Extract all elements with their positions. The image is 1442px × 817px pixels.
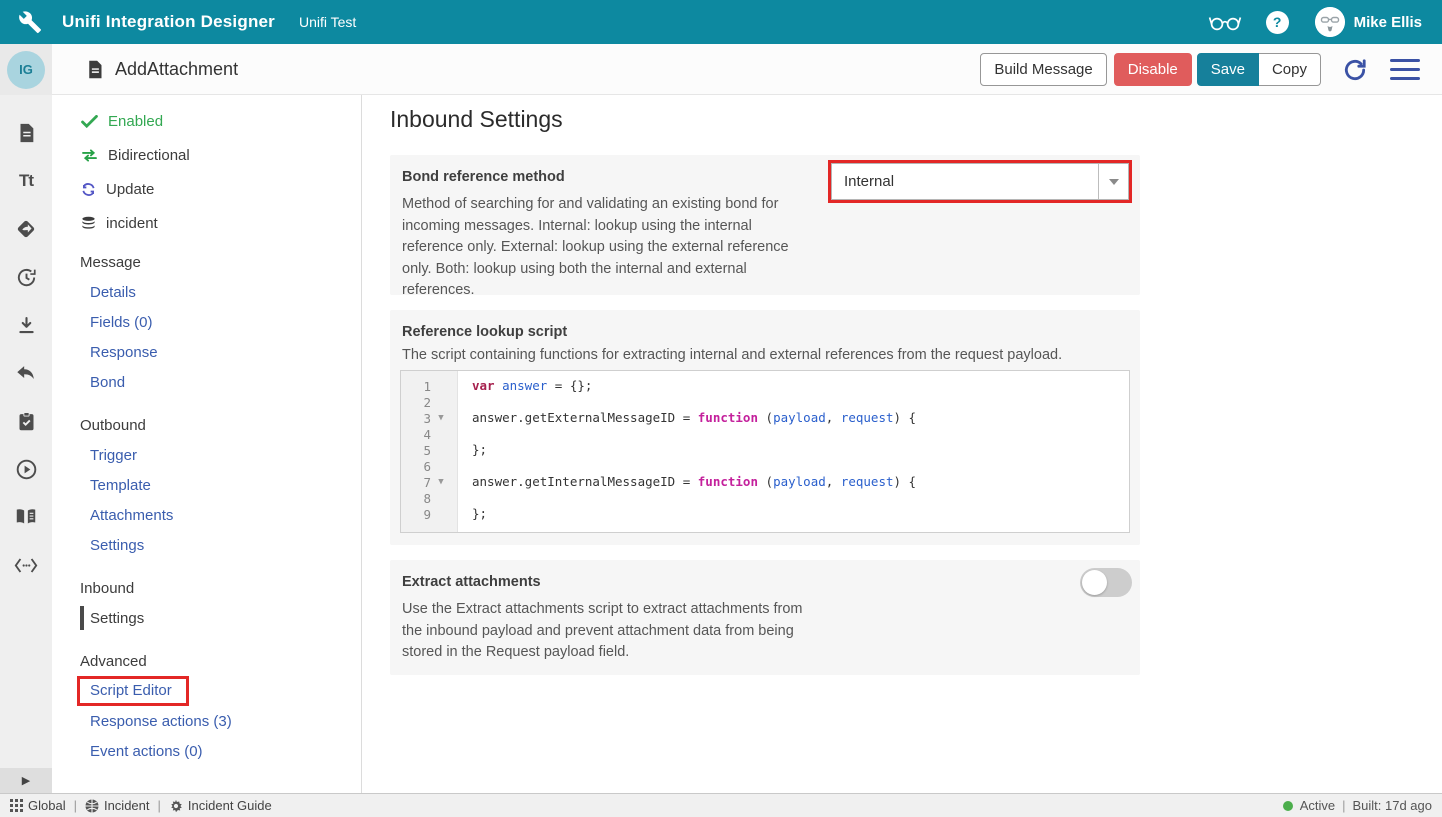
extract-attachments-toggle[interactable] <box>1080 568 1132 597</box>
reply-icon[interactable] <box>0 349 52 397</box>
document-icon <box>84 59 105 80</box>
build-age-label: Built: 17d ago <box>1352 798 1432 813</box>
extract-attachments-description: Use the Extract attachments script to ex… <box>402 599 826 664</box>
sidebar-item-inbound-settings[interactable]: Settings <box>52 603 361 633</box>
script-editor[interactable]: 123▼4567▼89 var answer = {};answer.getEx… <box>400 370 1130 533</box>
document-rail-icon[interactable] <box>0 109 52 157</box>
sidebar-nav: Enabled Bidirectional Update incident Me… <box>52 95 362 793</box>
hamburger-menu-icon[interactable] <box>1390 59 1420 81</box>
app-title: Unifi Integration Designer <box>62 12 275 32</box>
status-bar: Global | Incident | Incident Guide Activ… <box>0 793 1442 817</box>
rail-expand-button[interactable]: ▶ <box>0 768 52 793</box>
copy-button[interactable]: Copy <box>1259 53 1321 86</box>
annotation-highlight: Internal <box>828 160 1132 203</box>
document-header: IG AddAttachment Build Message Disable S… <box>0 44 1442 95</box>
documentation-icon[interactable] <box>0 493 52 541</box>
sidebar-section-advanced: Advanced <box>52 646 361 676</box>
sidebar-item-template[interactable]: Template <box>52 470 361 500</box>
disable-button[interactable]: Disable <box>1114 53 1192 86</box>
avatar[interactable] <box>1315 7 1345 37</box>
sidebar-item-attachments[interactable]: Attachments <box>52 500 361 530</box>
wrench-icon <box>18 10 42 34</box>
app-window: Unifi Integration Designer Unifi Test ? … <box>0 0 1442 817</box>
sidebar-item-event-actions[interactable]: Event actions (0) <box>52 736 361 766</box>
database-icon <box>81 216 96 231</box>
sidebar-item-outbound-settings[interactable]: Settings <box>52 530 361 560</box>
bond-reference-card: Bond reference method Method of searchin… <box>390 155 1140 295</box>
bond-reference-method-value: Internal <box>832 164 1098 199</box>
chevron-down-icon <box>1109 179 1119 185</box>
bond-reference-description: Method of searching for and validating a… <box>402 194 806 302</box>
sidebar-section-outbound: Outbound <box>52 410 361 440</box>
sidebar-status-enabled: Enabled <box>52 104 361 138</box>
sidebar-section-inbound: Inbound <box>52 573 361 603</box>
clipboard-check-icon[interactable] <box>0 397 52 445</box>
sidebar-item-bond[interactable]: Bond <box>52 367 361 397</box>
send-icon[interactable] <box>0 205 52 253</box>
history-icon[interactable] <box>0 253 52 301</box>
run-icon[interactable] <box>0 445 52 493</box>
section-heading: Inbound Settings <box>390 106 563 133</box>
statusbar-global[interactable]: Global <box>10 798 66 813</box>
check-icon <box>81 115 98 128</box>
environment-label: Unifi Test <box>299 14 356 30</box>
code-lines[interactable]: var answer = {};answer.getExternalMessag… <box>458 371 1129 532</box>
top-navbar: Unifi Integration Designer Unifi Test ? … <box>0 0 1442 44</box>
sidebar-item-script-editor[interactable]: Script Editor <box>52 676 361 706</box>
active-status-icon <box>1283 801 1293 811</box>
toggle-knob <box>1082 570 1107 595</box>
sidebar-section-message: Message <box>52 247 361 277</box>
save-button[interactable]: Save <box>1197 53 1259 86</box>
text-format-icon[interactable]: Tt <box>0 157 52 205</box>
sidebar-status-bidirectional: Bidirectional <box>52 138 361 172</box>
globe-icon <box>85 799 99 813</box>
reference-lookup-title: Reference lookup script <box>402 324 1130 340</box>
help-icon[interactable]: ? <box>1266 11 1289 34</box>
workspace-badge-strip: IG <box>0 44 52 95</box>
code-icon[interactable] <box>0 541 52 589</box>
build-message-button[interactable]: Build Message <box>980 53 1106 86</box>
bond-reference-method-select[interactable]: Internal <box>831 163 1129 200</box>
sidebar-item-fields[interactable]: Fields (0) <box>52 307 361 337</box>
extract-attachments-title: Extract attachments <box>402 574 1130 590</box>
user-name[interactable]: Mike Ellis <box>1354 14 1422 31</box>
bidirectional-icon <box>81 149 98 162</box>
refresh-icon[interactable] <box>1342 57 1368 83</box>
page-title: AddAttachment <box>115 59 238 80</box>
reference-lookup-card: Reference lookup script The script conta… <box>390 310 1140 545</box>
reference-lookup-description: The script containing functions for extr… <box>402 345 1082 367</box>
active-status-label: Active <box>1300 798 1335 813</box>
sidebar-item-response[interactable]: Response <box>52 337 361 367</box>
annotation-highlight: Script Editor <box>77 676 189 706</box>
update-icon <box>81 182 96 197</box>
dropdown-arrow-button[interactable] <box>1098 164 1128 199</box>
workspace-badge[interactable]: IG <box>7 51 45 89</box>
main-content: Inbound Settings Bond reference method M… <box>362 95 1442 793</box>
sidebar-status-update: Update <box>52 172 361 206</box>
download-icon[interactable] <box>0 301 52 349</box>
grid-icon <box>10 799 23 812</box>
sidebar-status-message-type: incident <box>52 206 361 240</box>
extract-attachments-card: Extract attachments Use the Extract atta… <box>390 560 1140 675</box>
sidebar-item-response-actions[interactable]: Response actions (3) <box>52 706 361 736</box>
icon-rail: Tt <box>0 95 52 793</box>
sidebar-item-trigger[interactable]: Trigger <box>52 440 361 470</box>
sidebar-item-details[interactable]: Details <box>52 277 361 307</box>
reading-mode-icon[interactable] <box>1208 11 1242 33</box>
gear-icon <box>169 799 183 813</box>
expand-arrow-icon: ▶ <box>22 774 30 787</box>
statusbar-incident[interactable]: Incident <box>85 798 150 813</box>
code-gutter: 123▼4567▼89 <box>401 371 458 532</box>
statusbar-incident-guide[interactable]: Incident Guide <box>169 798 272 813</box>
